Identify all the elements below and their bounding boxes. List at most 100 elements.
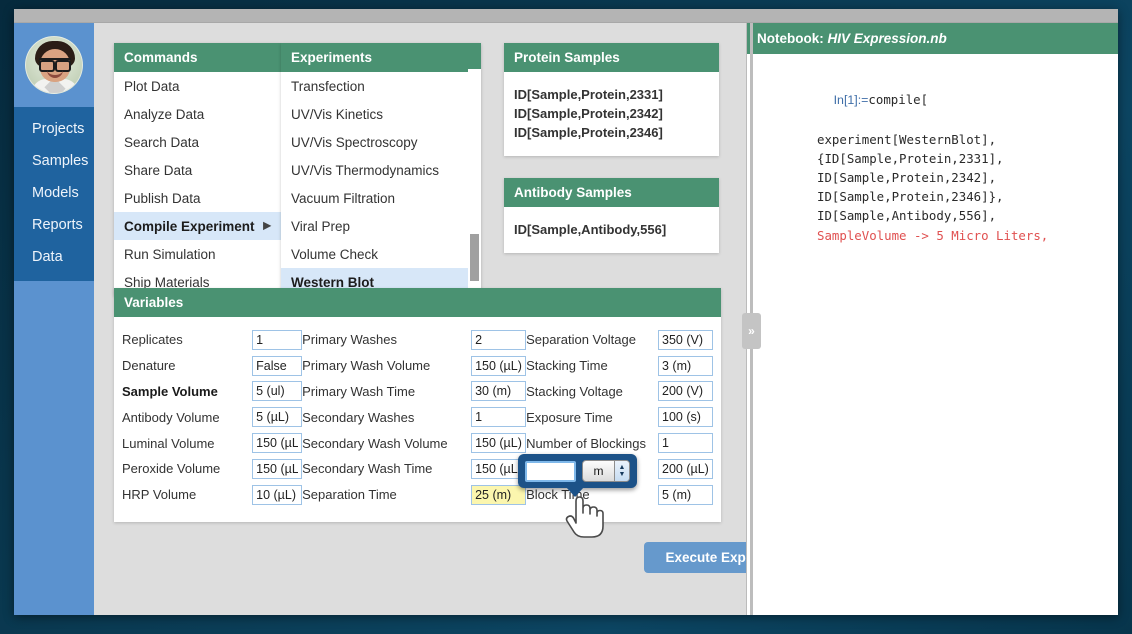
variable-row-hrp-volume: HRP Volume <box>122 482 302 508</box>
experiments-scrollbar[interactable] <box>468 69 481 296</box>
unit-editor-popup[interactable]: m ▲ ▼ <box>518 454 637 488</box>
variable-row-stacking-time: Stacking Time <box>526 353 713 379</box>
menu-item-volume-check[interactable]: Volume Check <box>281 240 481 268</box>
variable-input-primary-wash-time[interactable] <box>471 381 526 401</box>
code-text: ID[Sample,Protein,2346]}, <box>817 189 1004 204</box>
variable-input-primary-washes[interactable] <box>471 330 526 350</box>
menu-item-label: UV/Vis Thermodynamics <box>291 163 439 178</box>
variable-input-secondary-washes[interactable] <box>471 407 526 427</box>
spinner-icon[interactable]: ▲ ▼ <box>614 461 629 481</box>
menu-item-label: Vacuum Filtration <box>291 191 395 206</box>
menu-item-uvvis-spectroscopy[interactable]: UV/Vis Spectroscopy <box>281 128 481 156</box>
variable-input-block-volume[interactable] <box>658 459 713 479</box>
protein-samples-panel: Protein Samples ID[Sample,Protein,2331] … <box>504 43 719 156</box>
chevron-right-icon: ▶ <box>263 221 271 232</box>
sidebar-item-label: Models <box>32 185 79 201</box>
variable-input-primary-wash-volume[interactable] <box>471 356 526 376</box>
variable-input-separation-time[interactable] <box>471 485 526 505</box>
list-item[interactable]: ID[Sample,Antibody,556] <box>514 220 709 239</box>
glasses-icon <box>39 58 71 67</box>
spinner-up-icon[interactable]: ▲ <box>619 464 626 471</box>
sidebar-item-reports[interactable]: Reports <box>14 209 94 241</box>
variable-row-secondary-washes: Secondary Washes <box>302 404 526 430</box>
menu-item-label: Viral Prep <box>291 219 350 234</box>
popup-unit-value: m <box>583 464 614 478</box>
variables-header: Variables <box>114 288 721 317</box>
notebook-code-body[interactable]: In[1]:=compile[ experiment[WesternBlot],… <box>747 54 1118 262</box>
menu-item-label: Plot Data <box>124 79 180 94</box>
variable-row-secondary-wash-time: Secondary Wash Time <box>302 456 526 482</box>
variable-label: Secondary Wash Time <box>302 461 471 476</box>
variable-label: Block Time <box>526 487 658 502</box>
antibody-samples-panel: Antibody Samples ID[Sample,Antibody,556] <box>504 178 719 253</box>
commands-menu: Commands Plot Data Analyze Data Search D… <box>114 43 281 296</box>
variable-row-denature: Denature <box>122 353 302 379</box>
notebook-label: Notebook: <box>757 31 824 46</box>
variable-input-luminal-volume[interactable] <box>252 433 302 453</box>
variable-input-peroxide-volume[interactable] <box>252 459 302 479</box>
code-line-0: In[1]:=compile[ <box>759 71 1106 130</box>
protein-samples-list: ID[Sample,Protein,2331] ID[Sample,Protei… <box>504 72 719 156</box>
application-window: Projects Samples Models Reports Data <box>14 9 1118 615</box>
variable-input-stacking-time[interactable] <box>658 356 713 376</box>
variable-label: HRP Volume <box>122 487 252 502</box>
menu-item-transfection[interactable]: Transfection <box>281 72 481 100</box>
variable-label: Antibody Volume <box>122 410 252 425</box>
collapse-panel-button[interactable]: » <box>742 313 761 349</box>
list-item[interactable]: ID[Sample,Protein,2342] <box>514 104 709 123</box>
variable-input-denature[interactable] <box>252 356 302 376</box>
variable-input-stacking-voltage[interactable] <box>658 381 713 401</box>
list-item[interactable]: ID[Sample,Protein,2331] <box>514 85 709 104</box>
variable-input-replicates[interactable] <box>252 330 302 350</box>
variable-input-separation-voltage[interactable] <box>658 330 713 350</box>
variable-label: Primary Washes <box>302 332 471 347</box>
variable-label: Luminal Volume <box>122 436 252 451</box>
window-body: Projects Samples Models Reports Data <box>14 23 1118 615</box>
antibody-samples-header: Antibody Samples <box>504 178 719 207</box>
menu-item-run-simulation[interactable]: Run Simulation <box>114 240 281 268</box>
menu-item-publish-data[interactable]: Publish Data <box>114 184 281 212</box>
variable-input-sample-volume[interactable] <box>252 381 302 401</box>
list-item[interactable]: ID[Sample,Protein,2346] <box>514 123 709 142</box>
menu-item-label: UV/Vis Spectroscopy <box>291 135 418 150</box>
variable-input-block-time[interactable] <box>658 485 713 505</box>
sidebar-item-data[interactable]: Data <box>14 241 94 273</box>
menu-item-uvvis-kinetics[interactable]: UV/Vis Kinetics <box>281 100 481 128</box>
avatar[interactable] <box>25 36 83 94</box>
notebook-panel: Notebook: HIV Expression.nb In[1]:=compi… <box>746 23 1118 615</box>
menu-item-compile-experiment[interactable]: Compile Experiment ▶ <box>114 212 281 240</box>
spinner-down-icon[interactable]: ▼ <box>619 471 626 478</box>
sidebar-item-samples[interactable]: Samples <box>14 145 94 177</box>
sidebar-item-label: Samples <box>32 153 88 169</box>
popup-unit-dropdown[interactable]: m ▲ ▼ <box>582 460 630 482</box>
code-text: SampleVolume -> 5 Micro Liters, <box>817 228 1048 243</box>
variable-row-sample-volume: Sample Volume <box>122 379 302 405</box>
menu-item-label: Share Data <box>124 163 192 178</box>
variable-label: Separation Voltage <box>526 332 658 347</box>
menu-item-label: Publish Data <box>124 191 201 206</box>
variable-label: Replicates <box>122 332 252 347</box>
menu-item-search-data[interactable]: Search Data <box>114 128 281 156</box>
variable-input-secondary-wash-volume[interactable] <box>471 433 526 453</box>
sidebar-nav: Projects Samples Models Reports Data <box>14 107 94 281</box>
menu-item-plot-data[interactable]: Plot Data <box>114 72 281 100</box>
scrollbar-thumb[interactable] <box>470 234 479 281</box>
menu-item-viral-prep[interactable]: Viral Prep <box>281 212 481 240</box>
popup-value-input[interactable] <box>525 461 576 482</box>
variable-row-luminal-volume: Luminal Volume <box>122 430 302 456</box>
variable-input-exposure-time[interactable] <box>658 407 713 427</box>
variable-input-antibody-volume[interactable] <box>252 407 302 427</box>
variable-label: Stacking Time <box>526 358 658 373</box>
variable-input-number-of-blockings[interactable] <box>658 433 713 453</box>
sidebar-item-models[interactable]: Models <box>14 177 94 209</box>
menu-item-share-data[interactable]: Share Data <box>114 156 281 184</box>
code-text: experiment[WesternBlot], <box>817 132 996 147</box>
code-line-2: {ID[Sample,Protein,2331], <box>759 149 1106 168</box>
variable-input-hrp-volume[interactable] <box>252 485 302 505</box>
menu-item-vacuum-filtration[interactable]: Vacuum Filtration <box>281 184 481 212</box>
menu-item-uvvis-thermodynamics[interactable]: UV/Vis Thermodynamics <box>281 156 481 184</box>
menu-item-analyze-data[interactable]: Analyze Data <box>114 100 281 128</box>
sidebar-item-projects[interactable]: Projects <box>14 113 94 145</box>
variable-row-antibody-volume: Antibody Volume <box>122 404 302 430</box>
sidebar-item-label: Reports <box>32 217 83 233</box>
